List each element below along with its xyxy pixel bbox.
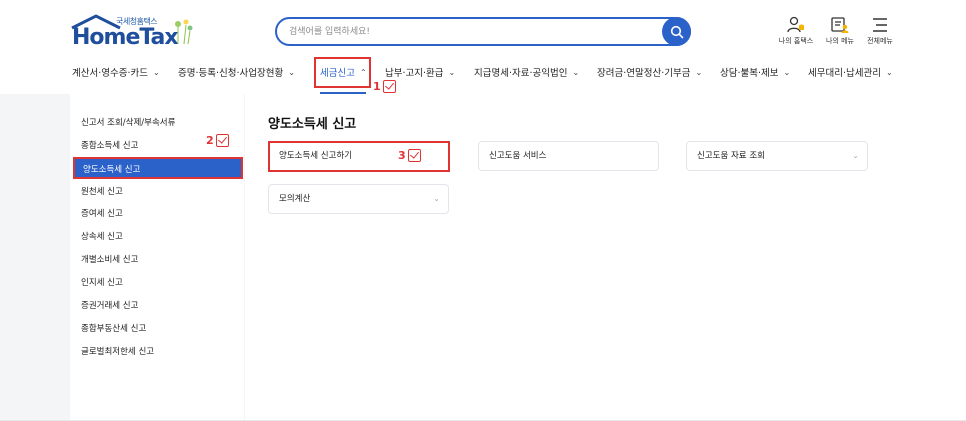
- chevron-down-icon: ⌄: [448, 67, 456, 77]
- chevron-down-icon: ⌄: [433, 194, 440, 203]
- header: 국세청홈택스 HomeTax 검색어를 입력하세요! 나의 홈택스 나의 메뉴 …: [0, 0, 966, 94]
- gnb-label: 장려금·연말정산·기부금: [597, 68, 691, 79]
- chevron-down-icon: ⌄: [152, 67, 160, 77]
- chevron-down-icon: ⌄: [572, 67, 580, 77]
- capital-gains-filing-card[interactable]: 양도소득세 신고하기: [268, 141, 450, 172]
- sidebar-item-securities-tax[interactable]: 증권거래세 신고: [81, 297, 138, 315]
- filing-help-data-card[interactable]: 신고도움 자료 조회 ⌄: [686, 141, 868, 171]
- gnb-label: 계산서·영수증·카드: [72, 68, 148, 79]
- my-hometax-label: 나의 홈택스: [778, 37, 814, 45]
- card-label: 모의계산: [279, 194, 311, 204]
- step-marker-3: 3: [398, 149, 421, 162]
- gnb-item-agents[interactable]: 세무대리·납세관리 ⌄: [808, 60, 893, 84]
- step-number: 2: [206, 134, 214, 147]
- all-menu-label: 전체메뉴: [867, 37, 893, 45]
- hamburger-icon: [873, 18, 887, 32]
- sidebar-item-gift-tax[interactable]: 증여세 신고: [81, 205, 123, 223]
- gnb-item-certificates[interactable]: 증명·등록·신청·사업장현황 ⌄: [178, 60, 295, 84]
- step-number: 3: [398, 149, 406, 162]
- chevron-down-icon: ⌄: [783, 67, 791, 77]
- checkbox-icon: [382, 80, 396, 93]
- all-menu-button[interactable]: 전체메뉴: [855, 16, 905, 46]
- sidebar-item-income-tax[interactable]: 종합소득세 신고: [81, 137, 138, 155]
- content-panel: 양도소득세 신고 양도소득세 신고하기 3 신고도움 서비스 신고도움 자료 조…: [245, 94, 966, 421]
- gnb-label: 세무대리·납세관리: [808, 68, 881, 79]
- menu-person-icon: [831, 17, 849, 33]
- hometax-page: 국세청홈택스 HomeTax 검색어를 입력하세요! 나의 홈택스 나의 메뉴 …: [0, 0, 966, 421]
- step-marker-1: 1: [373, 80, 396, 93]
- gnb-item-statements[interactable]: 지급명세·자료·공익법인 ⌄: [474, 60, 579, 84]
- page-title: 양도소득세 신고: [268, 117, 357, 132]
- gnb-item-receipts[interactable]: 계산서·영수증·카드 ⌄: [72, 60, 160, 84]
- checkbox-icon: [215, 134, 229, 147]
- my-hometax-button[interactable]: 나의 홈택스: [771, 16, 821, 46]
- sidebar-item-property-tax[interactable]: 종합부동산세 신고: [81, 320, 146, 338]
- chevron-down-icon: ⌄: [885, 67, 893, 77]
- sidebar-item-capital-gains-tax[interactable]: 양도소득세 신고: [73, 157, 243, 179]
- step-number: 1: [373, 80, 381, 93]
- search-bar: [275, 17, 691, 46]
- checkbox-icon: [407, 149, 421, 162]
- step-marker-2: 2: [206, 134, 229, 147]
- gnb-label: 증명·등록·신청·사업장현황: [178, 68, 284, 79]
- gnb-label: 납부·고지·환급: [385, 68, 444, 79]
- search-icon: [670, 25, 683, 38]
- sidebar-item-filing-lookup[interactable]: 신고서 조회/삭제/부속서류: [81, 114, 175, 132]
- logo-flower-icon: [175, 19, 193, 45]
- gnb-label: 상담·불복·제보: [720, 68, 779, 79]
- gnb-item-consulting[interactable]: 상담·불복·제보 ⌄: [720, 60, 790, 84]
- logo-title: HomeTax: [72, 25, 179, 50]
- highlight-box-tax-filing: [314, 57, 371, 88]
- filing-help-service-card[interactable]: 신고도움 서비스: [478, 141, 659, 171]
- gnb-item-incentives[interactable]: 장려금·연말정산·기부금 ⌄: [597, 60, 702, 84]
- sidebar: 신고서 조회/삭제/부속서류 종합소득세 신고 양도소득세 신고 원천세 신고 …: [70, 94, 244, 421]
- card-label: 양도소득세 신고하기: [279, 151, 353, 161]
- gnb-label: 지급명세·자료·공익법인: [474, 68, 568, 79]
- chevron-down-icon: ⌄: [288, 67, 295, 77]
- person-bell-icon: [787, 16, 804, 33]
- search-button[interactable]: [662, 17, 691, 46]
- sidebar-item-excise-tax[interactable]: 개별소비세 신고: [81, 251, 138, 269]
- hometax-logo[interactable]: 국세청홈택스 HomeTax: [70, 14, 200, 54]
- global-nav: 계산서·영수증·카드 ⌄ 증명·등록·신청·사업장현황 ⌄ 세금신고 ⌃ 납부·고지·…: [0, 60, 966, 84]
- mock-calculation-card[interactable]: 모의계산 ⌄: [268, 184, 449, 214]
- chevron-down-icon: ⌄: [695, 67, 703, 77]
- card-label: 신고도움 서비스: [489, 151, 547, 161]
- sidebar-item-global-minimum-tax[interactable]: 글로벌최저한세 신고: [81, 343, 154, 361]
- sidebar-item-withholding-tax[interactable]: 원천세 신고: [81, 183, 123, 201]
- sidebar-item-inheritance-tax[interactable]: 상속세 신고: [81, 228, 123, 246]
- chevron-down-icon: ⌄: [852, 151, 859, 160]
- sidebar-item-stamp-tax[interactable]: 인지세 신고: [81, 274, 123, 292]
- search-input[interactable]: [289, 24, 659, 40]
- card-label: 신고도움 자료 조회: [697, 151, 765, 161]
